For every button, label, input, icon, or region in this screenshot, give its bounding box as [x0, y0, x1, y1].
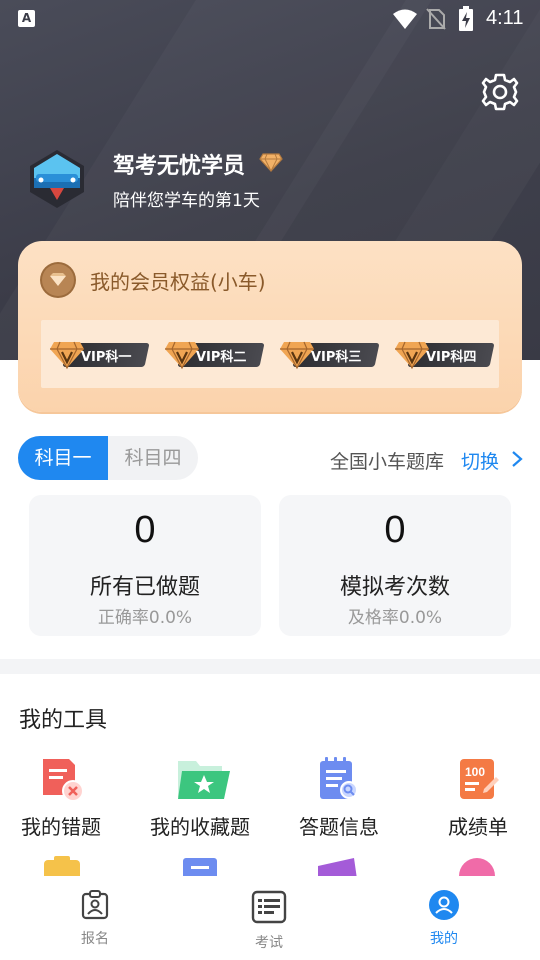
tab-subject-4[interactable]: 科目四 — [108, 436, 198, 480]
clock: 4:11 — [486, 7, 524, 29]
stat-value: 0 — [134, 509, 156, 551]
bottom-navigation: 报名 考试 我的 — [0, 876, 540, 960]
nav-exam[interactable]: 考试 — [209, 890, 329, 952]
favorites-folder-icon — [176, 755, 230, 803]
vip-item-subject-2[interactable]: VIP科二 — [164, 338, 265, 370]
tool-icon-partial[interactable] — [455, 856, 499, 878]
tool-icon-partial[interactable] — [178, 856, 222, 878]
score-report-icon: 100 — [454, 755, 502, 803]
vip-item-label: VIP科三 — [311, 350, 362, 365]
avatar[interactable] — [26, 148, 88, 210]
vip-gem-icon — [280, 341, 314, 370]
app-notification-icon: A — [18, 10, 35, 27]
wifi-icon — [393, 9, 417, 29]
stat-card-mock-exams[interactable]: 0 模拟考次数 及格率0.0% — [279, 495, 511, 636]
tool-label: 我的收藏题 — [150, 815, 250, 839]
vip-item-label: VIP科四 — [426, 350, 477, 365]
chevron-right-icon[interactable] — [510, 449, 524, 469]
vip-diamond-icon — [259, 153, 283, 172]
nav-label: 报名 — [81, 931, 109, 947]
vip-gem-icon — [165, 341, 199, 370]
vip-item-label: VIP科二 — [196, 350, 247, 365]
no-sim-icon — [426, 8, 446, 30]
vip-item-subject-3[interactable]: VIP科三 — [279, 338, 380, 370]
wrong-questions-icon — [37, 755, 85, 803]
tool-score-report[interactable]: 100 成绩单 — [413, 755, 540, 840]
vip-item-subject-4[interactable]: VIP科四 — [394, 338, 495, 370]
vip-gem-icon — [395, 341, 429, 370]
user-name: 驾考无忧学员 — [113, 154, 246, 179]
gear-icon[interactable] — [480, 72, 520, 112]
tool-favorites[interactable]: 我的收藏题 — [135, 755, 265, 840]
subject-segmented-control: 科目一 科目四 — [18, 436, 198, 480]
nav-signup[interactable]: 报名 — [35, 890, 155, 948]
exam-icon — [251, 890, 287, 924]
stat-rate: 正确率0.0% — [97, 608, 193, 628]
stat-card-answered[interactable]: 0 所有已做题 正确率0.0% — [29, 495, 261, 636]
user-subtitle: 陪伴您学车的第1天 — [113, 191, 260, 211]
tool-label: 答题信息 — [299, 815, 379, 839]
tool-label: 我的错题 — [21, 815, 101, 839]
tools-title: 我的工具 — [19, 708, 108, 733]
membership-title: 我的会员权益(小车) — [90, 270, 266, 294]
membership-badge-icon — [40, 262, 76, 298]
status-bar: A 4:11 — [0, 0, 540, 36]
tab-subject-1[interactable]: 科目一 — [18, 436, 108, 480]
vip-gem-icon — [50, 341, 84, 370]
tool-answer-info[interactable]: 答题信息 — [274, 755, 404, 840]
answer-info-icon — [315, 755, 363, 803]
stat-value: 0 — [384, 509, 406, 551]
stat-label: 模拟考次数 — [339, 575, 450, 600]
stat-rate: 及格率0.0% — [347, 608, 443, 628]
nav-label: 我的 — [430, 931, 458, 947]
tool-icon-partial[interactable] — [316, 856, 360, 878]
section-divider — [0, 659, 540, 674]
tool-icon-partial[interactable] — [40, 856, 84, 878]
vip-item-label: VIP科一 — [81, 350, 132, 365]
tool-wrong-questions[interactable]: 我的错题 — [0, 755, 126, 840]
vip-item-subject-1[interactable]: VIP科一 — [49, 338, 150, 370]
svg-text:100: 100 — [465, 765, 485, 779]
stat-label: 所有已做题 — [89, 575, 200, 600]
membership-card[interactable]: 我的会员权益(小车) VIP科一 VIP科二 VIP科三 VIP科四 — [18, 241, 522, 412]
signup-icon — [81, 890, 109, 920]
battery-charging-icon — [459, 6, 473, 31]
nav-label: 考试 — [255, 935, 283, 951]
tool-label: 成绩单 — [448, 815, 508, 839]
switch-bank-button[interactable]: 切换 — [461, 447, 499, 474]
vip-list: VIP科一 VIP科二 VIP科三 VIP科四 — [41, 320, 499, 388]
question-bank-label: 全国小车题库 — [330, 451, 445, 473]
profile-icon — [429, 890, 459, 920]
nav-profile[interactable]: 我的 — [384, 890, 504, 948]
